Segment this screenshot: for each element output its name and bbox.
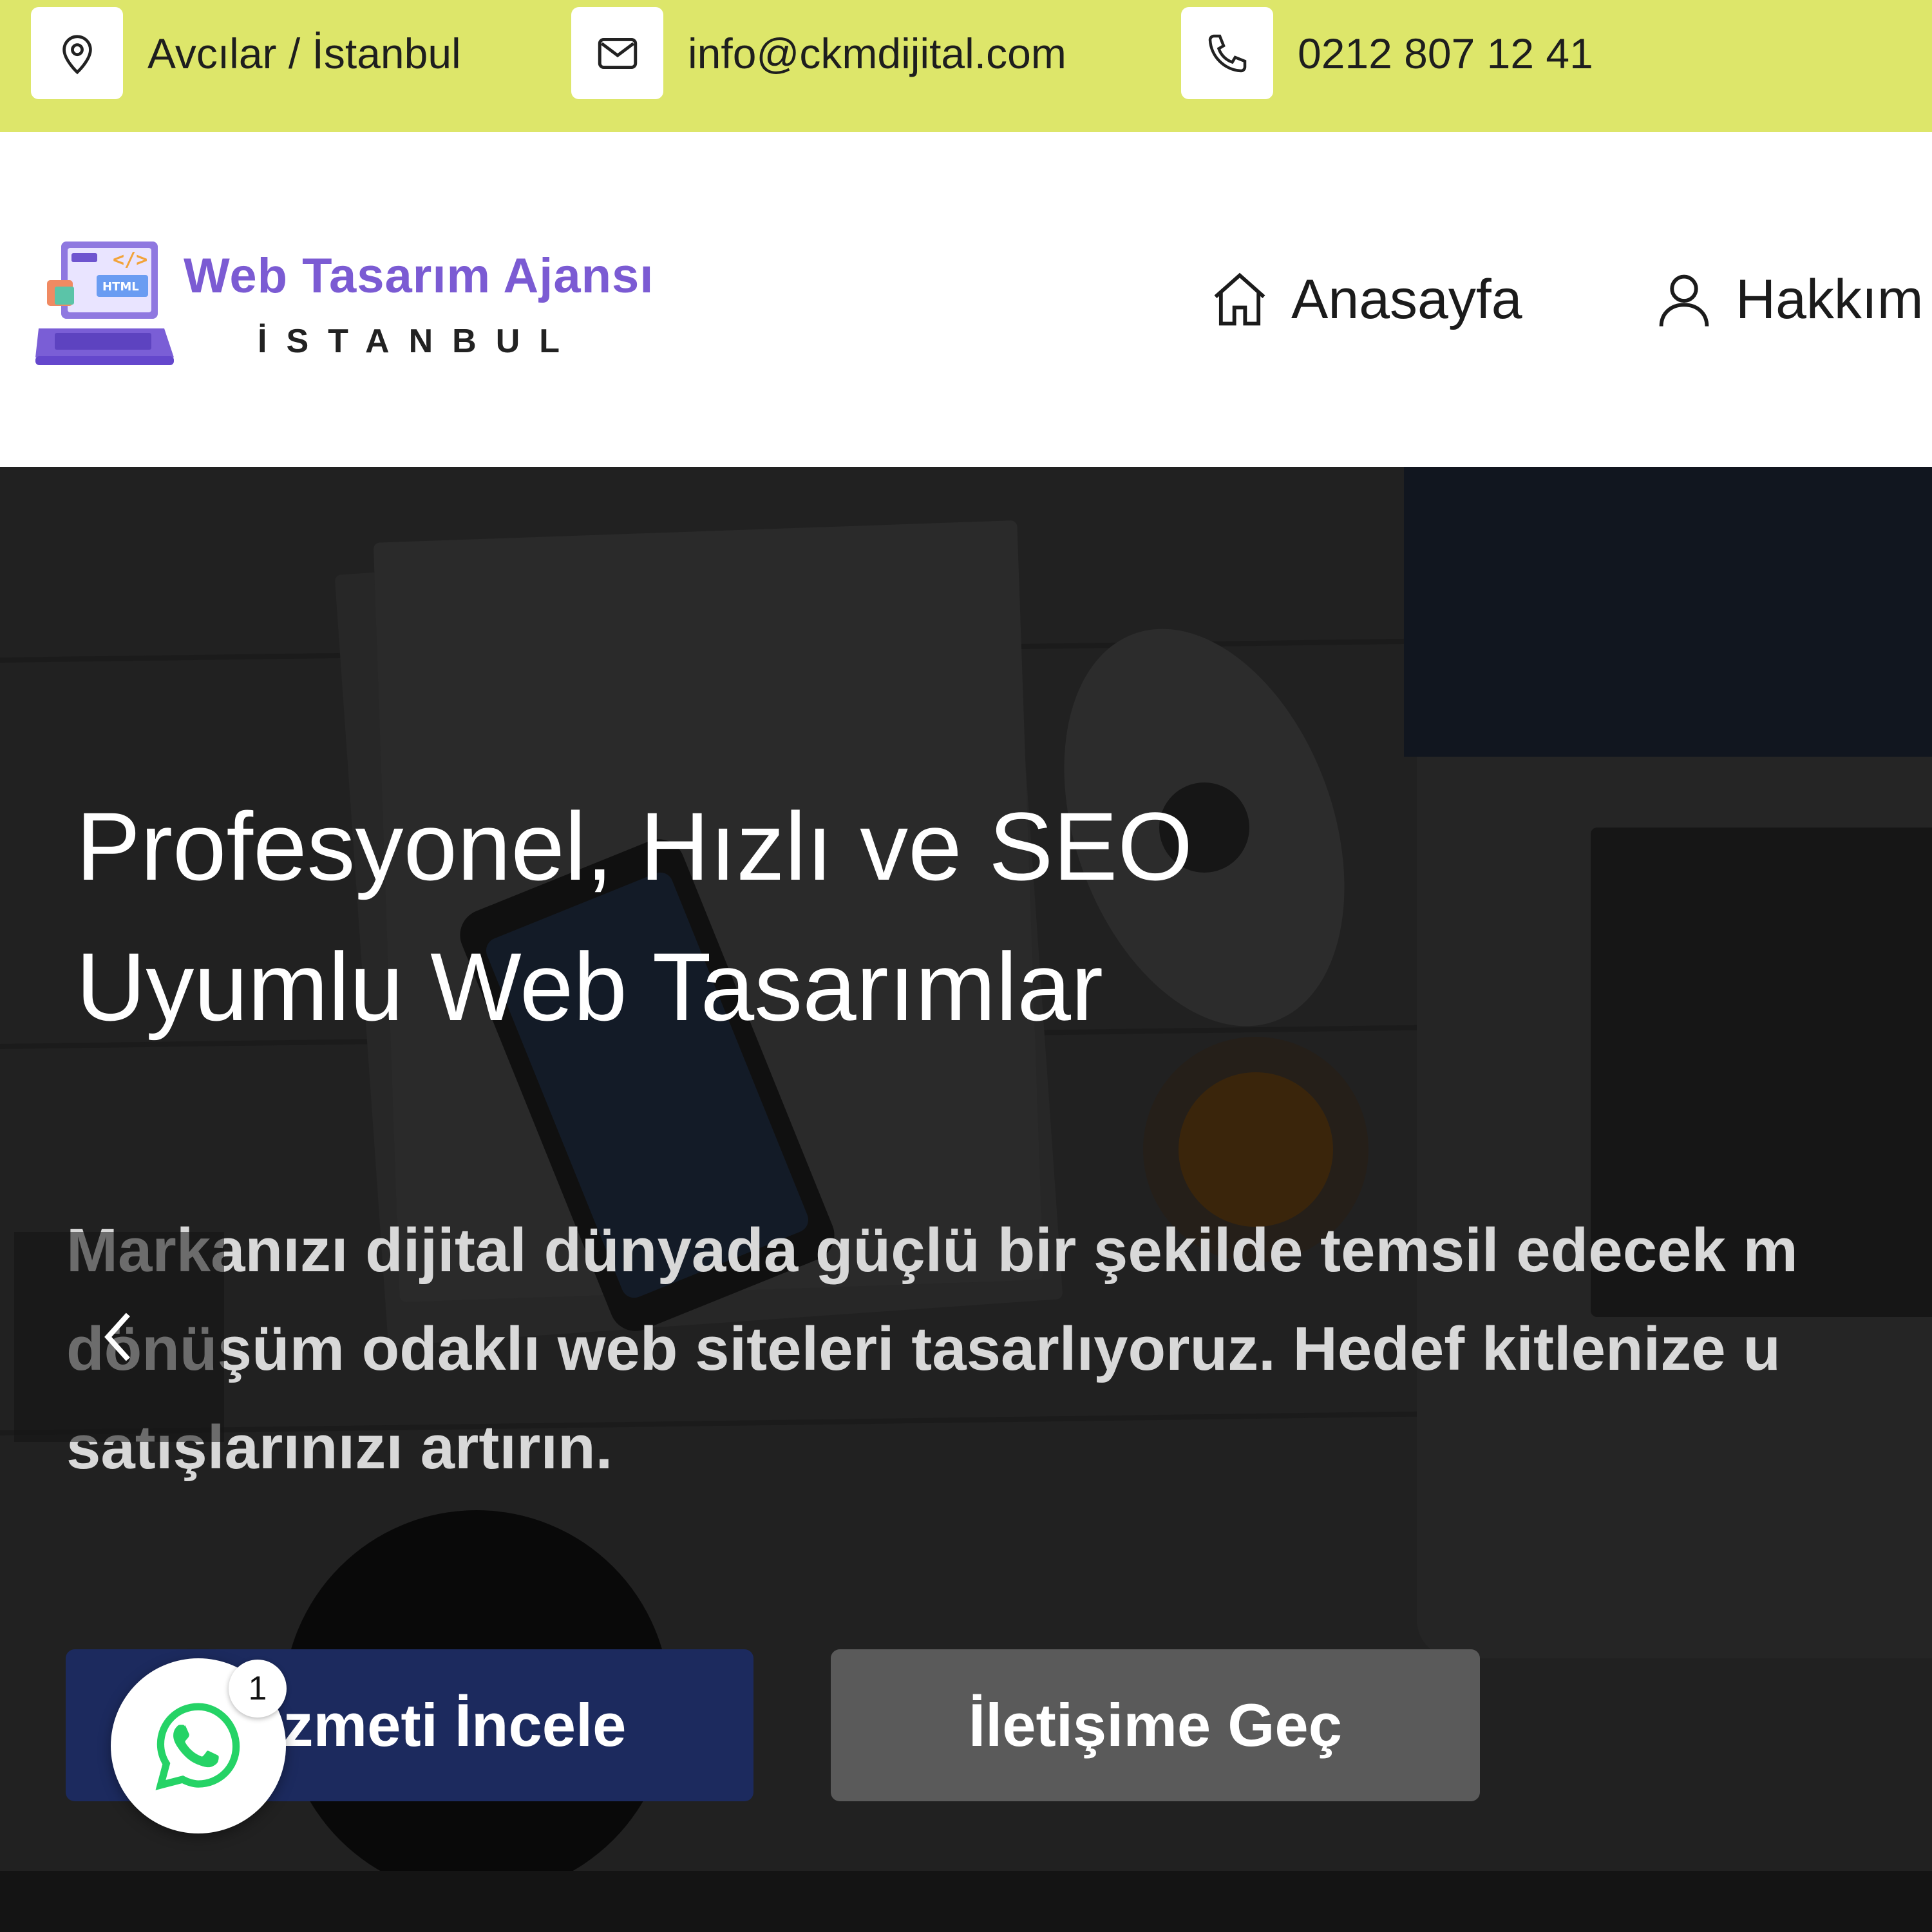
phone-link[interactable]: 0212 807 12 41 (1298, 29, 1593, 78)
nav-item-about[interactable]: Hakkım (1652, 261, 1923, 338)
hero-desc-line1: Markanızı dijital dünyada güçlü bir şeki… (66, 1216, 1798, 1285)
email-link[interactable]: info@ckmdijital.com (688, 29, 1066, 78)
home-icon (1214, 272, 1265, 326)
laptop-html-logo: </> HTML (35, 242, 174, 365)
hero-title: Profesyonel, Hızlı ve SEO Uyumlu Web Tas… (76, 776, 1364, 1057)
whatsapp-icon (155, 1703, 240, 1790)
site-header: </> HTML Web Tasarım Ajansı İSTANBUL Ana… (0, 132, 1932, 467)
location-pin-icon (31, 7, 123, 99)
location-text: Avcılar / İstanbul (147, 29, 461, 77)
phone-info[interactable]: 0212 807 12 41 (1181, 6, 1593, 100)
user-icon (1659, 274, 1709, 327)
contact-button[interactable]: İletişime Geç (831, 1649, 1480, 1801)
logo-title: Web Tasarım Ajansı (184, 249, 654, 303)
hero-title-line1: Profesyonel, Hızlı ve SEO (76, 792, 1193, 900)
hero-title-line2: Uyumlu Web Tasarımlar (76, 933, 1103, 1041)
top-contact-bar: Avcılar / İstanbul info@ckmdijital.com 0… (0, 0, 1932, 132)
svg-text:</>: </> (113, 249, 147, 271)
chevron-left-icon (104, 1312, 130, 1361)
phone-icon (1181, 7, 1273, 99)
hero-desc-line2: dönüşüm odaklı web siteleri tasarlıyoruz… (66, 1314, 1781, 1383)
contact-button-label: İletişime Geç (969, 1691, 1342, 1759)
site-logo[interactable]: </> HTML Web Tasarım Ajansı İSTANBUL (35, 235, 679, 390)
hero-bottom-strip (0, 1871, 1932, 1932)
logo-subtitle: İSTANBUL (258, 323, 580, 360)
hero-slider: Profesyonel, Hızlı ve SEO Uyumlu Web Tas… (0, 467, 1932, 1932)
envelope-icon (571, 7, 663, 99)
nav-item-home[interactable]: Anasayfa (1208, 261, 1522, 338)
nav-label-about: Hakkım (1736, 268, 1924, 330)
location-info: Avcılar / İstanbul (31, 6, 461, 100)
svg-text:HTML: HTML (102, 280, 139, 294)
services-button-label: zmeti İncele (283, 1691, 627, 1759)
nav-label-home: Anasayfa (1291, 268, 1522, 330)
hero-desc-line3: satışlarınızı artırın. (66, 1413, 613, 1482)
slider-prev-button[interactable] (14, 1232, 224, 1442)
email-info[interactable]: info@ckmdijital.com (571, 6, 1066, 100)
hero-description: Markanızı dijital dünyada güçlü bir şeki… (66, 1201, 1932, 1497)
whatsapp-badge: 1 (229, 1660, 287, 1718)
